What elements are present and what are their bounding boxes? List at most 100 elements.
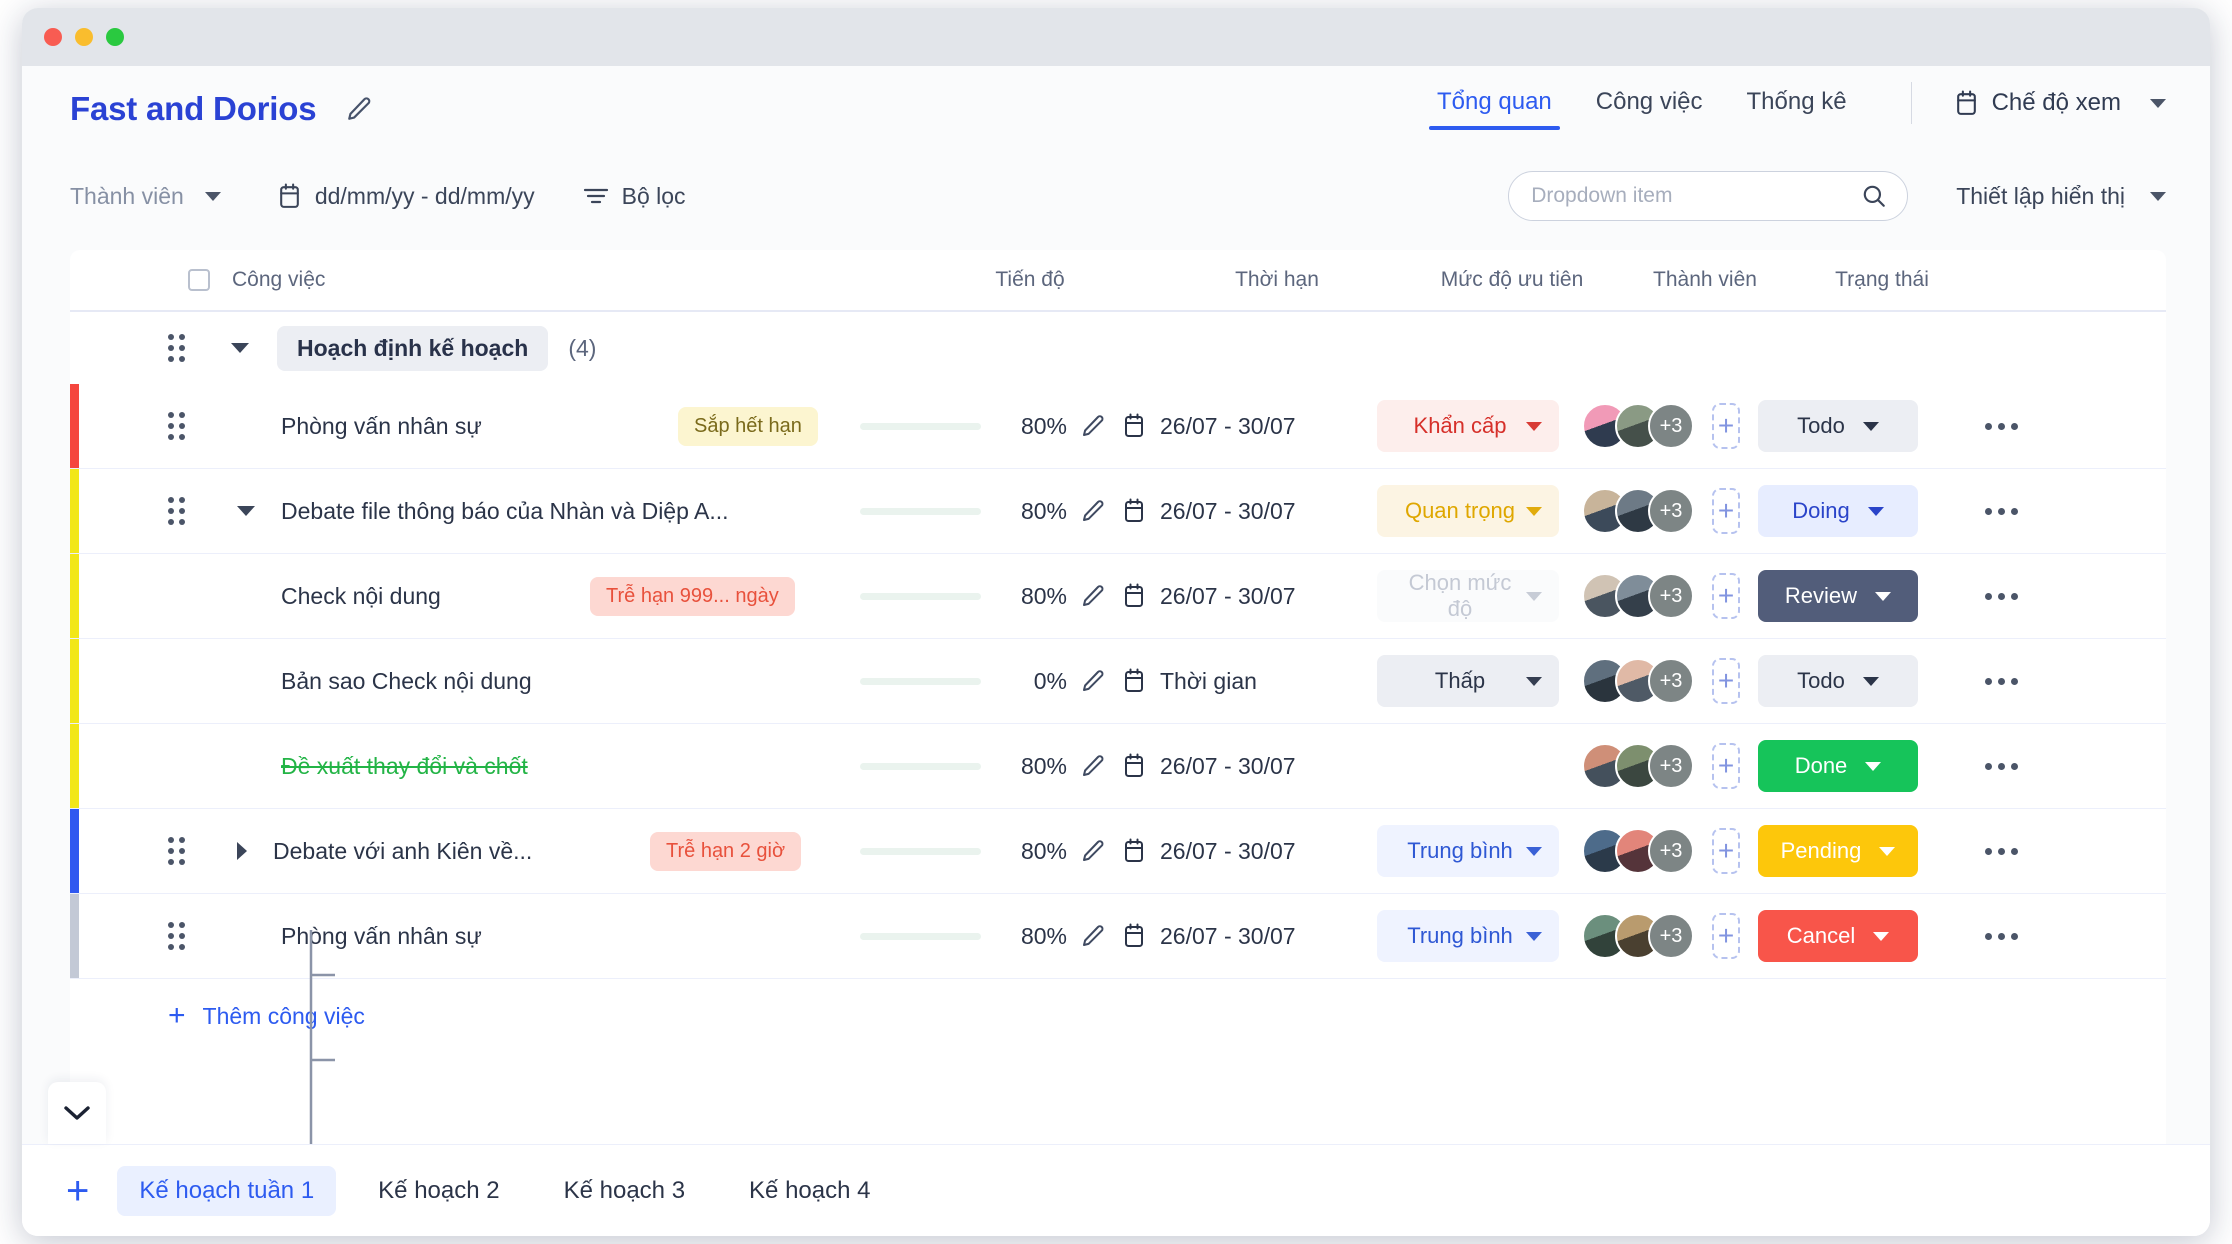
task-name[interactable]: Debate file thông báo của Nhàn và Diệp A… [281, 498, 729, 525]
add-member-button[interactable]: + [1712, 743, 1740, 789]
pencil-icon[interactable] [346, 96, 372, 122]
status-badge[interactable]: Cancel [1758, 910, 1918, 962]
avatar-group[interactable]: +3 [1582, 403, 1694, 449]
chevron-down-icon[interactable] [231, 343, 249, 353]
avatar-group[interactable]: +3 [1582, 658, 1694, 704]
add-plan-button[interactable]: + [66, 1171, 89, 1211]
priority-select[interactable]: Trung bình [1377, 910, 1559, 962]
cell-due-date[interactable]: 26/07 - 30/07 [1112, 583, 1354, 610]
pencil-icon[interactable] [1081, 754, 1105, 778]
status-badge[interactable]: Done [1758, 740, 1918, 792]
cell-task: Đề xuất thay đổi và chốt [70, 724, 860, 808]
view-mode-selector[interactable]: Chế độ xem [1954, 89, 2166, 129]
table-row[interactable]: Phòng vấn nhân sự 80% 26/07 - 30/07 Trung b… [70, 894, 2166, 979]
drag-handle-icon[interactable] [168, 412, 185, 440]
drag-handle-icon[interactable] [168, 497, 185, 525]
pencil-icon[interactable] [1081, 924, 1105, 948]
progress-bar [860, 507, 981, 515]
collapse-panel-button[interactable] [48, 1082, 106, 1144]
calendar-icon [1122, 413, 1146, 439]
cell-due-date[interactable]: 26/07 - 30/07 [1112, 413, 1354, 440]
add-member-button[interactable]: + [1712, 573, 1740, 619]
drag-handle-icon[interactable] [168, 837, 185, 865]
search-input[interactable] [1531, 184, 1862, 208]
filter-button[interactable]: Bộ lọc [583, 183, 686, 210]
status-badge[interactable]: Todo [1758, 400, 1918, 452]
table-row[interactable]: Bản sao Check nội dung 0% Thời gian Thấp +3 +… [70, 639, 2166, 724]
cell-due-date[interactable]: 26/07 - 30/07 [1112, 753, 1354, 780]
row-more-menu-button[interactable] [1936, 507, 2066, 515]
pencil-icon[interactable] [1081, 584, 1105, 608]
priority-select[interactable] [1377, 740, 1559, 792]
cell-due-date[interactable]: 26/07 - 30/07 [1112, 498, 1354, 525]
add-member-button[interactable]: + [1712, 488, 1740, 534]
task-name[interactable]: Debate với anh Kiên về... [273, 838, 532, 865]
drag-handle-icon[interactable] [168, 922, 185, 950]
avatar-group[interactable]: +3 [1582, 828, 1694, 874]
row-more-menu-button[interactable] [1936, 932, 2066, 940]
cell-progress: 80% [860, 923, 1112, 950]
status-badge[interactable]: Todo [1758, 655, 1918, 707]
priority-select[interactable]: Khẩn cấp [1377, 400, 1559, 452]
priority-select[interactable]: Thấp [1377, 655, 1559, 707]
table-row[interactable]: Phòng vấn nhân sự Sắp hết hạn 80% 26/07 - 3… [70, 384, 2166, 469]
table-row[interactable]: Debate file thông báo của Nhàn và Diệp A… [70, 469, 2166, 554]
task-group-row[interactable]: Hoạch định kế hoạch (4) [70, 312, 2166, 384]
cell-due-date[interactable]: 26/07 - 30/07 [1112, 838, 1354, 865]
cell-due-date[interactable]: Thời gian [1112, 668, 1354, 695]
tab-thong-ke[interactable]: Thống kê [1725, 88, 1869, 130]
priority-select[interactable]: Trung bình [1377, 825, 1559, 877]
window-minimize-button[interactable] [75, 28, 93, 46]
status-badge[interactable]: Pending [1758, 825, 1918, 877]
add-member-button[interactable]: + [1712, 913, 1740, 959]
plan-tab-1[interactable]: Kế hoạch tuần 1 [117, 1165, 337, 1216]
display-settings-button[interactable]: Thiết lập hiển thị [1956, 183, 2166, 210]
plan-tab-3[interactable]: Kế hoạch 3 [542, 1166, 707, 1216]
pencil-icon[interactable] [1081, 414, 1105, 438]
priority-select[interactable]: Chọn mức độ [1377, 570, 1559, 622]
date-range-filter[interactable]: dd/mm/yy - dd/mm/yy [277, 183, 535, 210]
pencil-icon[interactable] [1081, 499, 1105, 523]
plan-tab-2[interactable]: Kế hoạch 2 [356, 1166, 521, 1216]
add-member-button[interactable]: + [1712, 403, 1740, 449]
row-more-menu-button[interactable] [1936, 677, 2066, 685]
tab-cong-viec[interactable]: Công việc [1574, 88, 1725, 130]
status-badge[interactable]: Review [1758, 570, 1918, 622]
task-name[interactable]: Check nội dung [281, 583, 441, 610]
row-more-menu-button[interactable] [1936, 762, 2066, 770]
window-maximize-button[interactable] [106, 28, 124, 46]
pencil-icon[interactable] [1081, 839, 1105, 863]
avatar-group[interactable]: +3 [1582, 573, 1694, 619]
avatar-group[interactable]: +3 [1582, 913, 1694, 959]
avatar-group[interactable]: +3 [1582, 743, 1694, 789]
drag-handle-icon[interactable] [168, 334, 185, 362]
member-filter[interactable]: Thành viên [70, 183, 221, 210]
cell-status: Todo [1740, 400, 1936, 452]
cell-due-date[interactable]: 26/07 - 30/07 [1112, 923, 1354, 950]
search-box[interactable] [1508, 171, 1909, 221]
row-more-menu-button[interactable] [1936, 847, 2066, 855]
table-row[interactable]: Debate với anh Kiên về... Trễ hạn 2 giờ 80… [70, 809, 2166, 894]
plan-tab-4[interactable]: Kế hoạch 4 [727, 1166, 892, 1216]
task-name[interactable]: Phòng vấn nhân sự [281, 413, 482, 440]
tab-tong-quan[interactable]: Tổng quan [1415, 88, 1574, 130]
chevron-right-icon[interactable] [237, 842, 247, 860]
task-name[interactable]: Phòng vấn nhân sự [281, 923, 482, 950]
add-member-button[interactable]: + [1712, 658, 1740, 704]
row-more-menu-button[interactable] [1936, 422, 2066, 430]
search-icon[interactable] [1861, 183, 1887, 209]
window-close-button[interactable] [44, 28, 62, 46]
table-row[interactable]: Check nội dung Trễ hạn 999... ngày 80% 26/0… [70, 554, 2166, 639]
status-badge[interactable]: Doing [1758, 485, 1918, 537]
priority-select[interactable]: Quan trọng [1377, 485, 1559, 537]
table-row[interactable]: Đề xuất thay đổi và chốt 80% 26/07 - 30/07… [70, 724, 2166, 809]
select-all-checkbox[interactable] [188, 269, 210, 291]
task-name[interactable]: Đề xuất thay đổi và chốt [281, 753, 528, 780]
row-more-menu-button[interactable] [1936, 592, 2066, 600]
pencil-icon[interactable] [1081, 669, 1105, 693]
add-member-button[interactable]: + [1712, 828, 1740, 874]
add-task-button[interactable]: + Thêm công việc [70, 979, 2166, 1053]
chevron-down-icon[interactable] [237, 506, 255, 516]
avatar-group[interactable]: +3 [1582, 488, 1694, 534]
task-name[interactable]: Bản sao Check nội dung [281, 668, 532, 695]
